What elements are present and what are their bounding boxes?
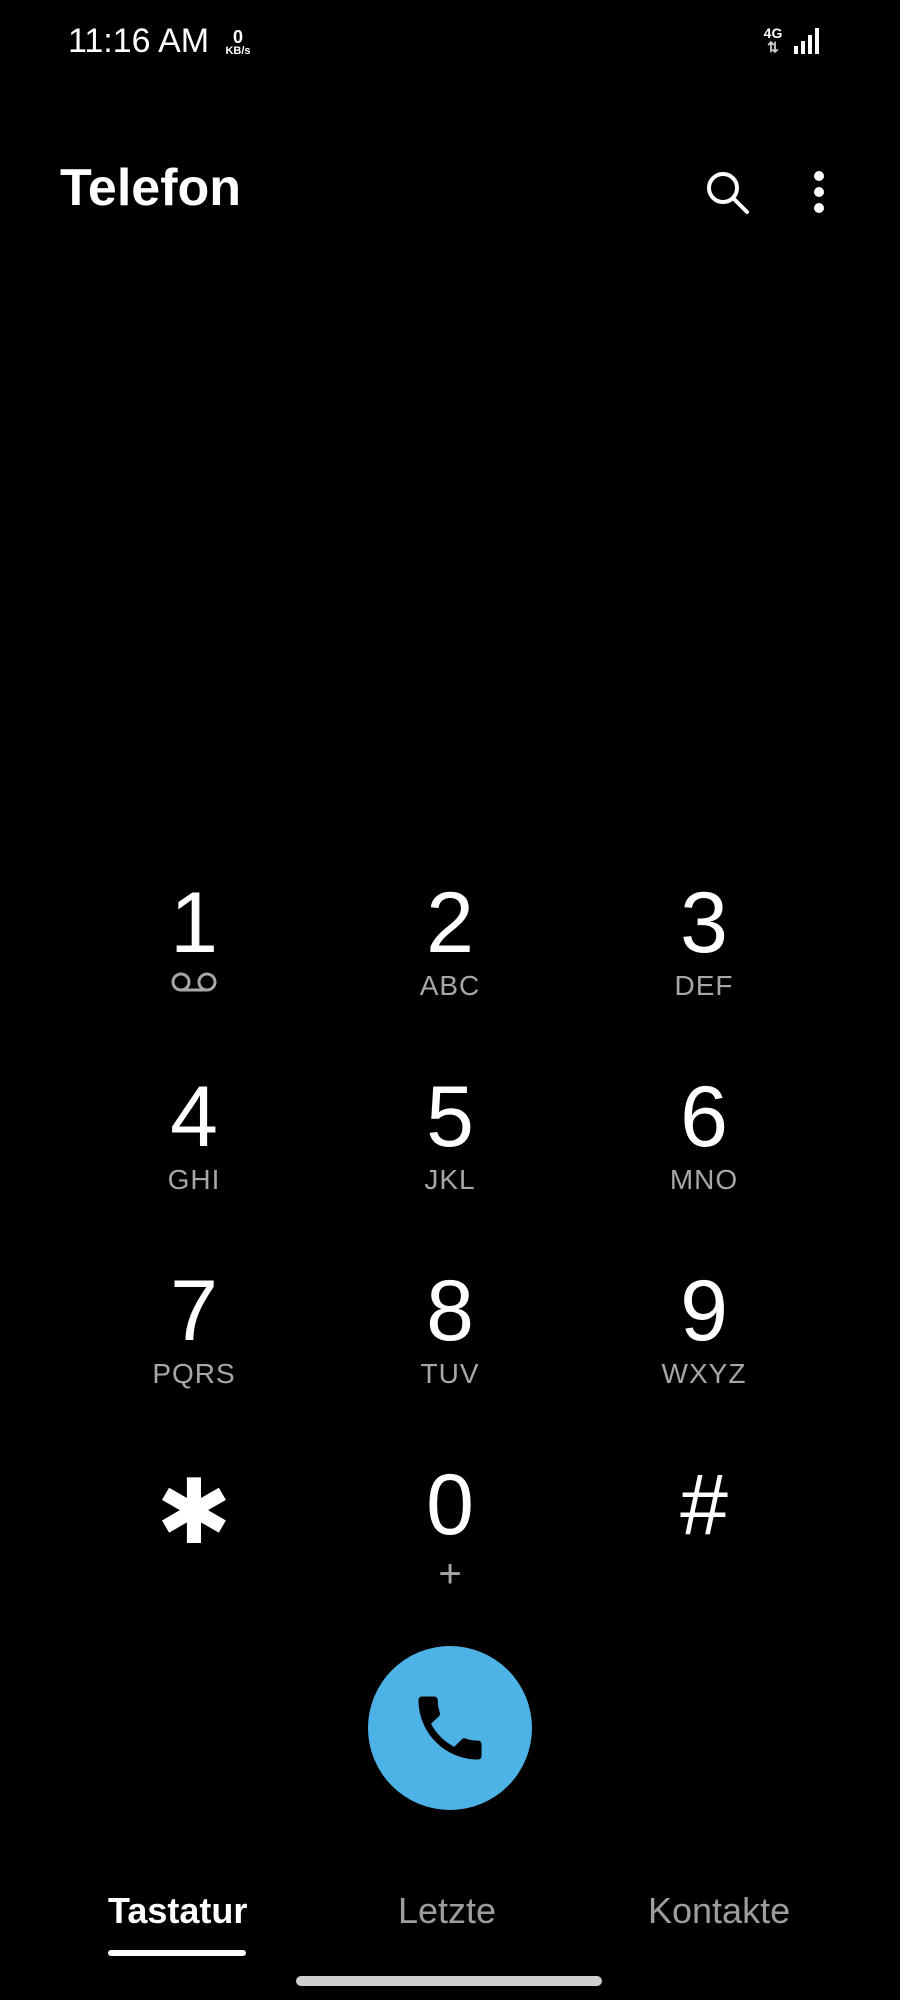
call-button[interactable] <box>368 1646 532 1810</box>
key-digit: 1 <box>170 875 218 971</box>
network-type: 4G ⇅ <box>760 26 786 54</box>
key-7[interactable]: 7 PQRS <box>84 1248 304 1418</box>
phone-icon <box>418 1696 482 1760</box>
status-bar: 11:16 AM 0 KB/s 4G ⇅ <box>0 0 900 90</box>
key-digit: 0 <box>426 1457 474 1553</box>
active-tab-indicator <box>108 1950 246 1956</box>
key-letters: GHI <box>167 1164 221 1195</box>
key-digit: 8 <box>426 1263 474 1359</box>
tab-tastatur[interactable]: Tastatur <box>108 1890 247 1932</box>
key-1[interactable]: 1 <box>84 860 304 1030</box>
key-letters: TUV <box>420 1358 480 1389</box>
bottom-tabs: Tastatur Letzte Kontakte <box>0 1890 900 1960</box>
key-digit: 9 <box>680 1263 728 1359</box>
tab-letzte[interactable]: Letzte <box>398 1890 496 1932</box>
key-digit: 7 <box>170 1263 218 1359</box>
key-star[interactable]: ✱ <box>84 1442 304 1612</box>
key-9[interactable]: 9 WXYZ <box>594 1248 814 1418</box>
home-indicator[interactable] <box>296 1976 602 1986</box>
key-3[interactable]: 3 DEF <box>594 860 814 1030</box>
key-0[interactable]: 0 + <box>340 1442 560 1612</box>
key-digit: 4 <box>170 1069 218 1165</box>
key-letters: JKL <box>424 1164 476 1195</box>
search-icon <box>707 172 749 214</box>
key-4[interactable]: 4 GHI <box>84 1054 304 1224</box>
page-title: Telefon <box>60 159 242 217</box>
key-letters: PQRS <box>152 1358 236 1389</box>
key-digit: ✱ <box>156 1463 232 1563</box>
signal-bars-icon <box>794 28 819 54</box>
key-letters: ABC <box>419 970 481 1001</box>
tab-kontakte[interactable]: Kontakte <box>648 1890 790 1932</box>
key-letters: WXYZ <box>661 1358 747 1389</box>
network-speed: 0 KB/s <box>220 28 256 57</box>
key-hash[interactable]: # <box>594 1442 814 1612</box>
key-plus: + <box>438 1552 462 1596</box>
status-time: 11:16 AM <box>68 22 210 60</box>
voicemail-icon <box>171 972 217 992</box>
app-header: Telefon <box>0 120 900 260</box>
key-8[interactable]: 8 TUV <box>340 1248 560 1418</box>
key-5[interactable]: 5 JKL <box>340 1054 560 1224</box>
key-digit: 3 <box>680 875 728 971</box>
key-6[interactable]: 6 MNO <box>594 1054 814 1224</box>
key-digit: 2 <box>426 875 474 971</box>
key-letters: MNO <box>669 1164 739 1195</box>
key-digit: 6 <box>680 1069 728 1165</box>
key-digit: 5 <box>426 1069 474 1165</box>
more-vert-icon <box>814 171 824 213</box>
network-speed-value: 0 <box>232 27 243 47</box>
more-options-button[interactable] <box>789 162 849 222</box>
search-button[interactable] <box>697 162 757 222</box>
key-letters: DEF <box>674 970 734 1001</box>
data-arrows-icon: ⇅ <box>767 39 779 55</box>
key-digit: # <box>680 1457 728 1553</box>
key-2[interactable]: 2 ABC <box>340 860 560 1030</box>
network-speed-unit: KB/s <box>225 45 251 57</box>
